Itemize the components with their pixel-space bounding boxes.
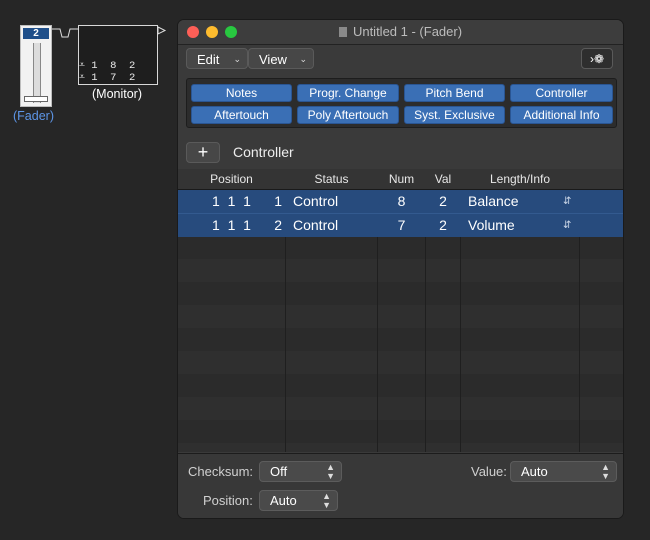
event-row[interactable]: 1 1 1 2 Control 7 2 Volume ⇵ — [178, 214, 623, 237]
monitor-object[interactable]: ⩡ 1 8 2 ⩡ 1 7 2 — [78, 25, 158, 85]
column-header-val[interactable]: Val — [426, 169, 460, 189]
stepper-icon[interactable]: ⇵ — [563, 190, 571, 213]
view-menu-button[interactable]: View ⌄ — [248, 48, 314, 69]
updown-chevron-icon: ▲ ▼ — [601, 462, 610, 481]
position-popup[interactable]: Auto ▲ ▼ — [259, 490, 338, 511]
event-position[interactable]: 1 1 1 2 — [212, 214, 282, 237]
checksum-value: Off — [270, 464, 288, 479]
view-menu-label: View — [259, 52, 287, 67]
event-position[interactable]: 1 1 1 1 — [212, 190, 282, 213]
chevron-down-icon: ⌄ — [299, 54, 307, 64]
updown-chevron-icon: ▲ ▼ — [326, 462, 335, 481]
empty-row — [178, 259, 623, 282]
monitor-output-port-icon[interactable] — [157, 26, 167, 36]
document-icon — [338, 27, 347, 37]
filter-additional-info-button[interactable]: Additional Info — [510, 106, 613, 124]
filter-sysex-button[interactable]: Syst. Exclusive — [404, 106, 505, 124]
plus-icon: + — [197, 142, 209, 162]
column-header-position[interactable]: Position — [178, 169, 285, 189]
event-status[interactable]: Control — [293, 190, 338, 213]
edit-menu-button[interactable]: Edit ⌄ — [186, 48, 248, 69]
window-title-wrap: Untitled 1 - (Fader) — [178, 24, 623, 39]
title-bar[interactable]: Untitled 1 - (Fader) — [178, 20, 623, 45]
column-header-status[interactable]: Status — [286, 169, 377, 189]
monitor-line: ⩡ 1 7 2 — [79, 72, 136, 84]
stepper-icon[interactable]: ⇵ — [563, 214, 571, 237]
create-event-row: + Controller — [178, 138, 623, 166]
event-val[interactable]: 2 — [426, 190, 460, 213]
event-type-filter-panel: Notes Progr. Change Pitch Bend Controlle… — [186, 78, 617, 128]
value-value: Auto — [521, 464, 548, 479]
event-info[interactable]: Volume — [468, 214, 515, 237]
event-list[interactable]: Position Status Num Val Length/Info 1 1 … — [178, 169, 623, 452]
updown-chevron-icon: ▲ ▼ — [322, 491, 331, 510]
event-status[interactable]: Control — [293, 214, 338, 237]
event-list-window: Untitled 1 - (Fader) Edit ⌄ View ⌄ ›❁ No… — [177, 19, 624, 519]
event-settings-panel: Checksum: Off ▲ ▼ Value: Auto ▲ ▼ Position… — [178, 453, 623, 518]
monitor-line: ⩡ 1 8 2 — [79, 60, 136, 72]
create-event-type-label: Controller — [233, 144, 294, 160]
midi-out-icon: ›❁ — [589, 52, 605, 66]
fader-object[interactable]: 2 — [20, 25, 52, 107]
edit-menu-label: Edit — [197, 52, 220, 67]
filter-notes-button[interactable]: Notes — [191, 84, 292, 102]
filter-poly-aftertouch-button[interactable]: Poly Aftertouch — [297, 106, 399, 124]
position-label: Position: — [203, 493, 253, 508]
fader-track[interactable] — [33, 43, 41, 103]
empty-row — [178, 351, 623, 374]
fader-value: 2 — [23, 28, 49, 39]
empty-row — [178, 443, 623, 452]
empty-row — [178, 397, 623, 420]
toolbar: Edit ⌄ View ⌄ ›❁ — [178, 45, 623, 73]
column-header-length-info[interactable]: Length/Info — [461, 169, 579, 189]
checksum-popup[interactable]: Off ▲ ▼ — [259, 461, 342, 482]
filter-controller-button[interactable]: Controller — [510, 84, 613, 102]
filter-pitch-bend-button[interactable]: Pitch Bend — [404, 84, 505, 102]
filter-aftertouch-button[interactable]: Aftertouch — [191, 106, 292, 124]
list-header: Position Status Num Val Length/Info — [178, 169, 623, 190]
chevron-down-icon: ⌄ — [233, 54, 241, 64]
add-event-button[interactable]: + — [186, 142, 220, 163]
event-num[interactable]: 8 — [378, 190, 425, 213]
event-row[interactable]: 1 1 1 1 Control 8 2 Balance ⇵ — [178, 190, 623, 213]
monitor-label: (Monitor) — [92, 87, 143, 101]
event-val[interactable]: 2 — [426, 214, 460, 237]
event-num[interactable]: 7 — [378, 214, 425, 237]
filter-program-change-button[interactable]: Progr. Change — [297, 84, 399, 102]
checksum-label: Checksum: — [188, 464, 254, 479]
fader-label: (Fader) — [13, 109, 54, 123]
fader-cap[interactable] — [24, 96, 48, 102]
column-header-num[interactable]: Num — [378, 169, 425, 189]
window-title: Untitled 1 - (Fader) — [352, 24, 463, 39]
midi-mode-button[interactable]: ›❁ — [581, 48, 613, 69]
value-label: Value: — [471, 464, 507, 479]
event-info[interactable]: Balance — [468, 190, 519, 213]
value-popup[interactable]: Auto ▲ ▼ — [510, 461, 617, 482]
position-value: Auto — [270, 493, 297, 508]
empty-row — [178, 305, 623, 328]
cable-connection — [52, 28, 78, 38]
